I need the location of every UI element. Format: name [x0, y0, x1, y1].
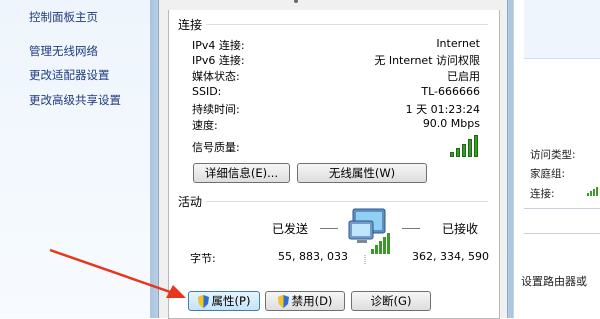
section-rule [206, 24, 488, 25]
details-button[interactable]: 详细信息(E)... [193, 163, 290, 183]
homegroup-label: 家庭组: [530, 168, 566, 180]
diagnose-button[interactable]: 诊断(G) [351, 291, 431, 311]
change-adapter-settings-link[interactable]: 更改适配器设置 [29, 67, 110, 83]
ipv4-label: IPv4 连接: [192, 39, 245, 52]
uac-shield-icon [197, 294, 209, 308]
disable-button-label: 禁用(D) [291, 294, 333, 308]
control-panel-home-link[interactable]: 控制面板主页 [29, 9, 98, 25]
ssid-label: SSID: [192, 85, 222, 98]
sent-label: 已发送 [272, 222, 309, 236]
duration-value: 1 天 01:23:24 [405, 103, 480, 116]
speed-label: 速度: [192, 119, 218, 132]
manage-wireless-networks-link[interactable]: 管理无线网络 [29, 43, 98, 59]
scroll-marker-icon [294, 0, 298, 3]
connection-section-title: 连接 [178, 18, 203, 32]
sent-bytes-value: 55, 883, 033 [278, 250, 348, 263]
ipv6-value: 无 Internet 访问权限 [374, 54, 480, 67]
bytes-label: 字节: [190, 252, 216, 265]
access-type-label: 访问类型: [530, 149, 576, 161]
properties-button[interactable]: 属性(P) [188, 291, 260, 311]
setup-router-link[interactable]: 设置路由器或 [521, 273, 587, 289]
wireless-properties-button[interactable]: 无线属性(W) [297, 163, 427, 183]
signal-small-icon [587, 187, 598, 196]
background-panel [524, 0, 600, 59]
connection-label: 连接: [530, 188, 555, 200]
media-state-value: 已启用 [447, 70, 480, 83]
signal-quality-label: 信号质量: [192, 141, 240, 154]
ssid-value: TL-666666 [421, 85, 480, 98]
network-center-background: 访问类型: 家庭组: 连接: 设置路由器或 [513, 0, 600, 318]
separator [524, 233, 600, 234]
disable-button[interactable]: 禁用(D) [265, 291, 345, 311]
received-label: 已接收 [442, 222, 479, 236]
ipv6-label: IPv6 连接: [192, 54, 245, 67]
activity-section-title: 活动 [178, 195, 203, 209]
speed-value: 90.0 Mbps [422, 117, 480, 130]
separator [524, 208, 600, 209]
media-state-label: 媒体状态: [192, 70, 240, 83]
duration-label: 持续时间: [192, 103, 240, 116]
control-panel-sidebar: 控制面板主页 管理无线网络 更改适配器设置 更改高级共享设置 [0, 0, 150, 318]
uac-shield-icon [277, 294, 289, 308]
change-advanced-sharing-link[interactable]: 更改高级共享设置 [29, 92, 121, 108]
received-dash [402, 228, 420, 229]
signal-strength-icon [450, 135, 480, 157]
sent-dash [320, 228, 338, 229]
properties-button-label: 属性(P) [211, 294, 251, 308]
received-bytes-value: 362, 334, 590 [412, 250, 489, 263]
section-rule [206, 201, 488, 202]
ipv4-value: Internet [436, 37, 480, 50]
network-computer-icon [348, 208, 390, 264]
